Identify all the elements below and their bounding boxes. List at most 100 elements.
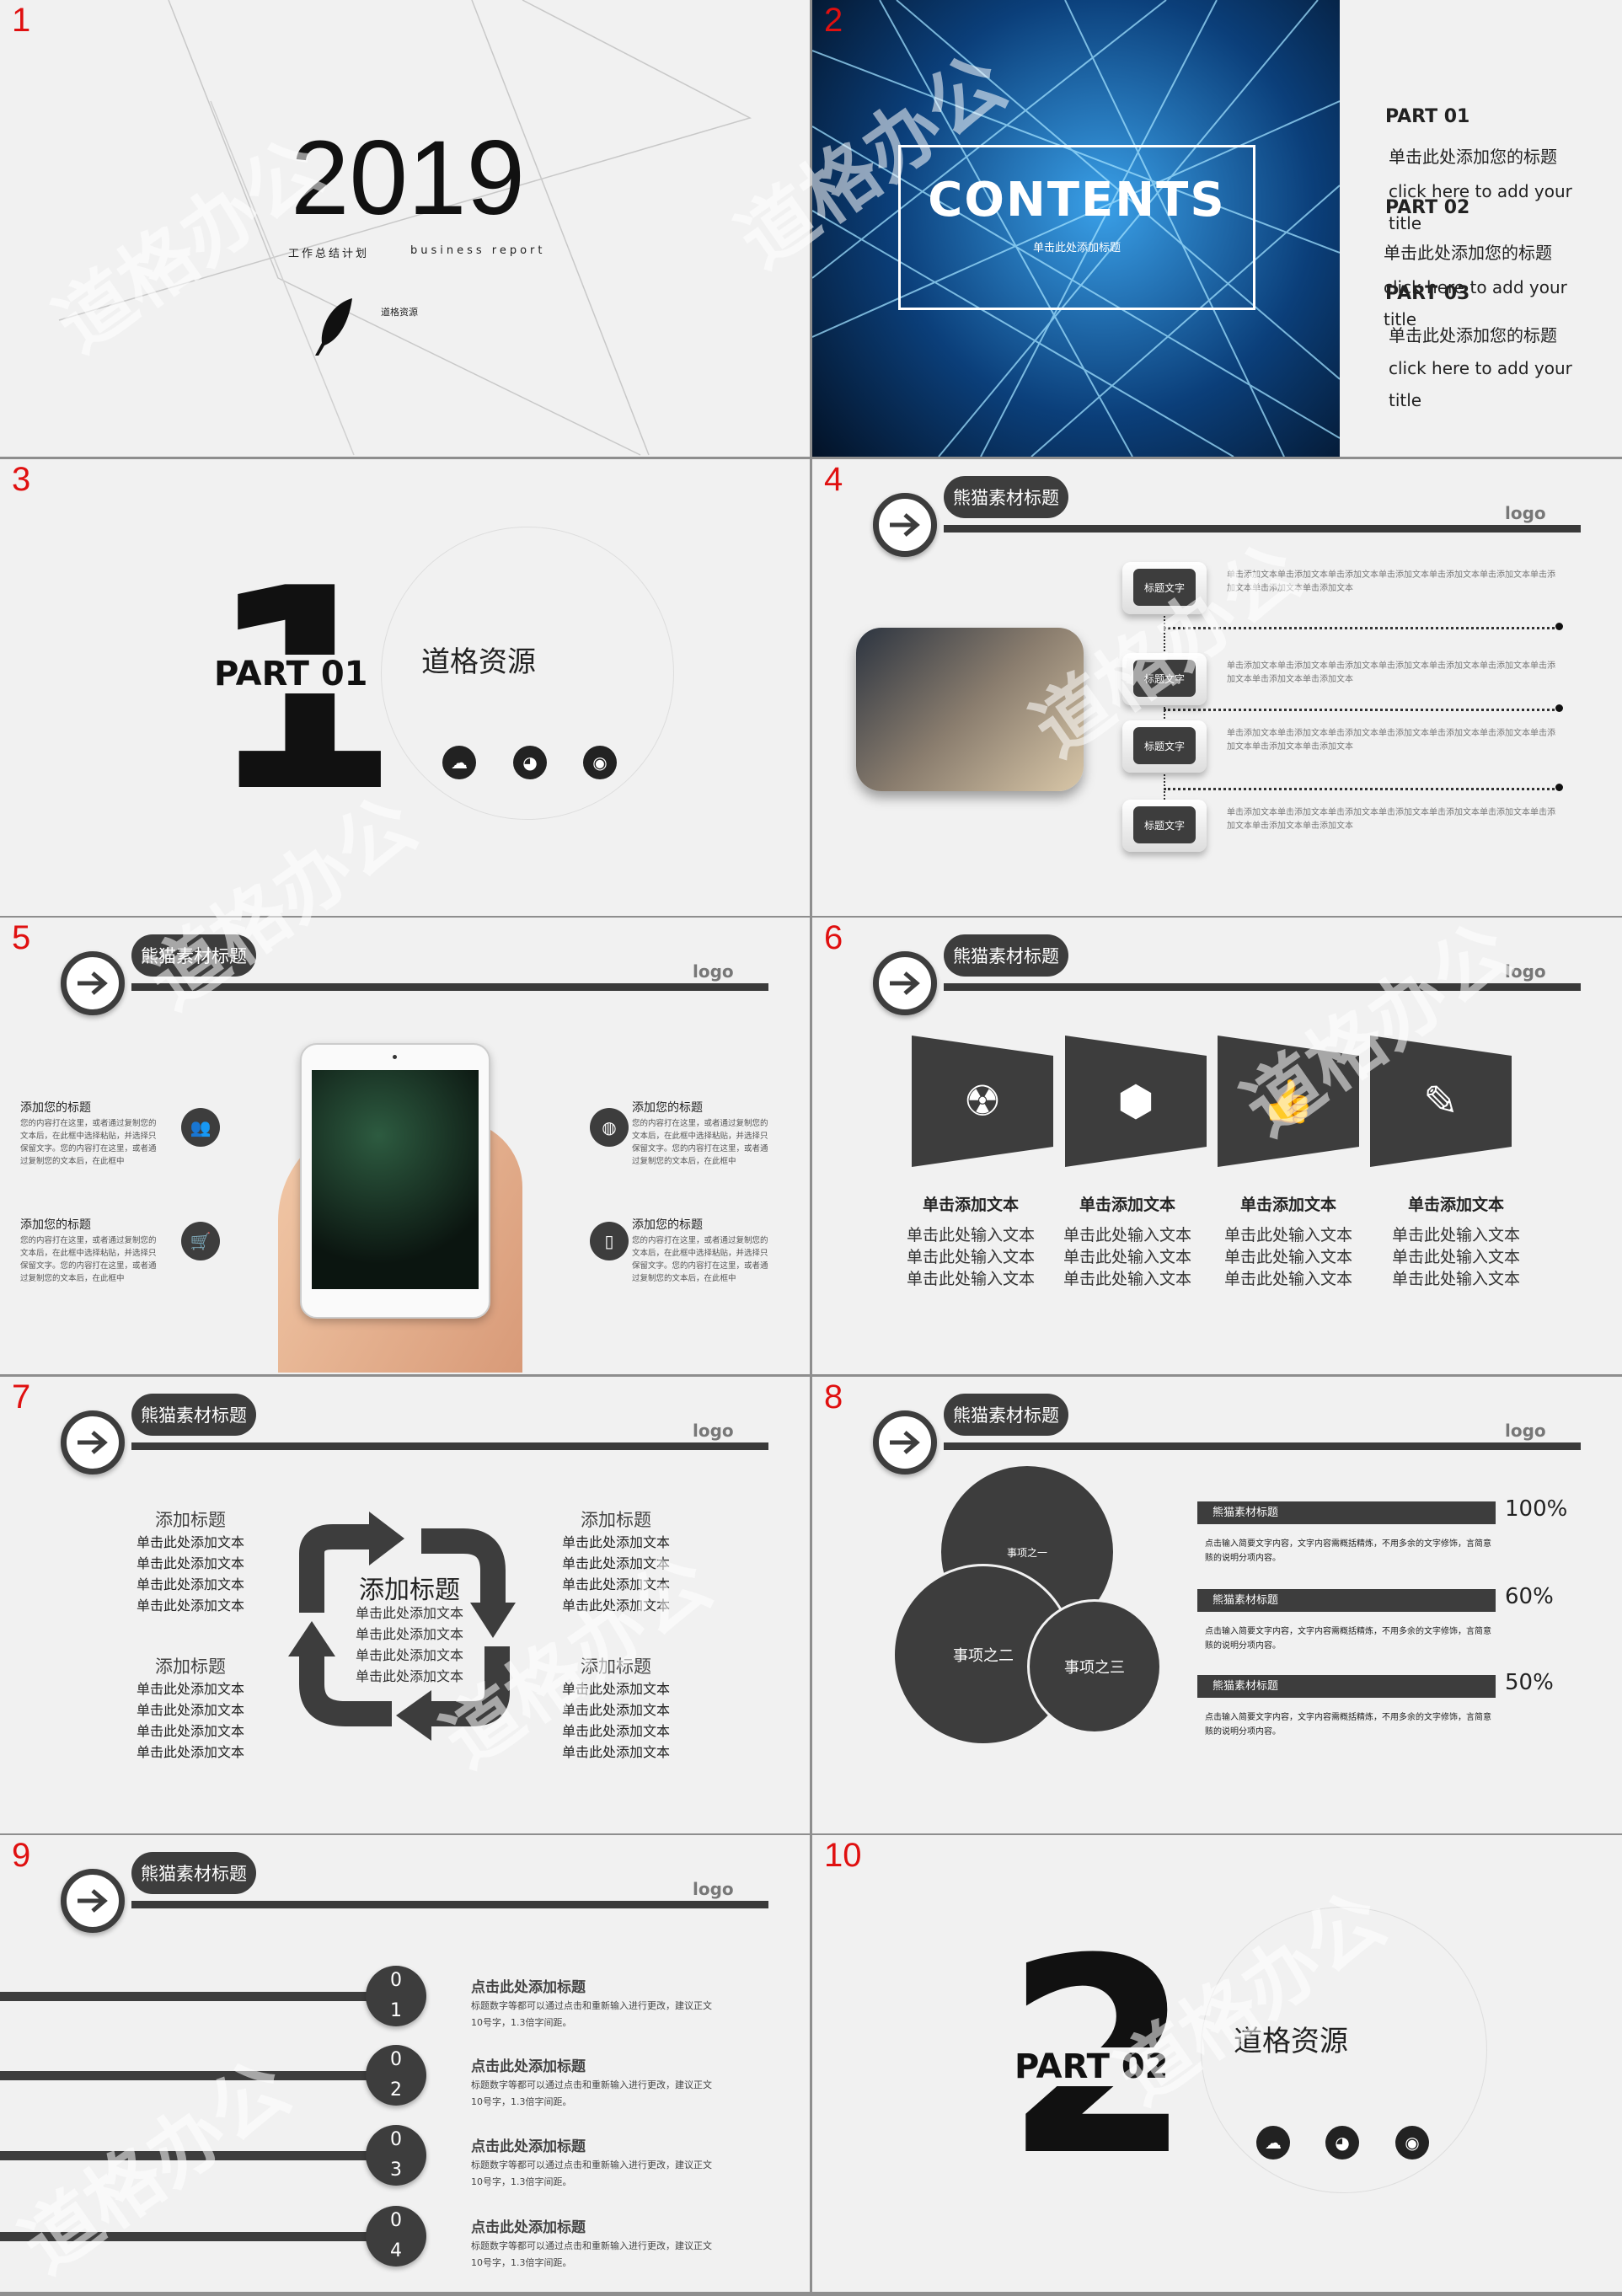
feature-text[interactable]: 您的内容打在这里，或者通过复制您的文本后，在此框中选择粘贴，并选择只保留文字。您… [632, 1234, 771, 1285]
header-title: 熊猫素材标题 [131, 934, 256, 977]
brand-name: 道格资源 [421, 645, 536, 679]
column-text[interactable]: 单击此处输入文本 单击此处输入文本 单击此处输入文本 [1052, 1224, 1203, 1290]
slide-2[interactable]: 2 CONTENTS 单击此处添加标题 PART 01 单击此处添加您的标题 c… [812, 0, 1622, 457]
part-03-en[interactable]: click here to add your title [1389, 352, 1591, 416]
cloud-icon[interactable]: ☁ [442, 746, 476, 779]
header-rule [131, 1442, 768, 1450]
text-line[interactable]: 单击此处添加文本 [126, 1595, 254, 1616]
text-line[interactable]: 单击此处添加文本 [126, 1574, 254, 1595]
arrow-right-icon[interactable] [873, 951, 937, 1015]
text-line[interactable]: 单击此处添加文本 [126, 1721, 254, 1742]
item-text[interactable]: 单击添加文本单击添加文本单击添加文本单击添加文本单击添加文本单击添加文本单击添加… [1227, 569, 1555, 596]
column-text[interactable]: 单击此处输入文本 单击此处输入文本 单击此处输入文本 [895, 1224, 1047, 1290]
column-text[interactable]: 单击此处输入文本 单击此处输入文本 单击此处输入文本 [1380, 1224, 1532, 1290]
column-text[interactable]: 单击此处输入文本 单击此处输入文本 单击此处输入文本 [1212, 1224, 1364, 1290]
contents-frame [898, 145, 1255, 310]
step-badge: 03 [366, 2125, 426, 2186]
bar-text[interactable]: 点击输入简要文字内容，文字内容需概括精炼，不用多余的文字修饰，言简意赅的说明分项… [1205, 1624, 1491, 1653]
part-02-label: PART 02 [1385, 197, 1470, 218]
text-block: 添加标题 单击此处添加文本 单击此处添加文本 单击此处添加文本 单击此处添加文本 [552, 1507, 680, 1616]
text-line: 单击此处输入文本 [906, 1248, 1035, 1266]
part-01-cn[interactable]: 单击此处添加您的标题 [1389, 143, 1557, 168]
bar-title: 熊猫素材标题 [1212, 1594, 1279, 1607]
text-line[interactable]: 单击此处添加文本 [552, 1678, 680, 1699]
feature-block: 添加您的标题 您的内容打在这里，或者通过复制您的文本后，在此框中选择粘贴，并选择只… [20, 1216, 159, 1285]
logo: logo [1505, 961, 1546, 982]
text-line[interactable]: 单击此处添加文本 [552, 1742, 680, 1763]
text-line[interactable]: 单击此处添加文本 [552, 1595, 680, 1616]
header-title: 熊猫素材标题 [944, 1394, 1068, 1436]
step-text[interactable]: 标题数字等都可以通过点击和重新输入进行更改，建议正文10号字，1.3倍字间距。 [471, 2238, 715, 2272]
text-line: 单击此处输入文本 [1063, 1226, 1191, 1244]
bar-text[interactable]: 点击输入简要文字内容，文字内容需概括精炼，不用多余的文字修饰，言简意赅的说明分项… [1205, 1537, 1491, 1565]
text-line[interactable]: 单击此处添加文本 [126, 1553, 254, 1574]
part-02-cn[interactable]: 单击此处添加您的标题 [1384, 239, 1552, 264]
tablet-camera [393, 1055, 397, 1059]
progress-bar: 熊猫素材标题 [1197, 1675, 1496, 1698]
arrow-right-icon[interactable] [61, 951, 125, 1015]
item-text[interactable]: 单击添加文本单击添加文本单击添加文本单击添加文本单击添加文本单击添加文本单击添加… [1227, 806, 1555, 833]
wechat-icon[interactable]: ◕ [513, 746, 547, 779]
wechat-icon[interactable]: ◕ [1325, 2126, 1359, 2160]
text-block: 添加标题 单击此处添加文本 单击此处添加文本 单击此处添加文本 单击此处添加文本 [126, 1507, 254, 1616]
header-title: 熊猫素材标题 [131, 1852, 256, 1894]
slide-7[interactable]: 7 熊猫素材标题 logo 添加标题 单击此处添加文本 单击此处添加文本 单击此… [0, 1377, 810, 1833]
text-line: 单击此处添加文本 [355, 1668, 463, 1684]
slide-5[interactable]: 5 熊猫素材标题 logo 添加您的标题 您的内容打在这里，或者通过复制您的文本后… [0, 918, 810, 1374]
feature-text[interactable]: 您的内容打在这里，或者通过复制您的文本后，在此框中选择粘贴，并选择只保留文字。您… [20, 1117, 159, 1168]
step-text[interactable]: 标题数字等都可以通过点击和重新输入进行更改，建议正文10号字，1.3倍字间距。 [471, 2077, 715, 2111]
slide-4[interactable]: 4 熊猫素材标题 logo 标题文字 单击添加文本单击添加文本单击添加文本单击添… [812, 459, 1622, 916]
timeline-bar [0, 1992, 396, 2001]
step-text[interactable]: 标题数字等都可以通过点击和重新输入进行更改，建议正文10号字，1.3倍字间距。 [471, 2157, 715, 2191]
dotted-rule [1164, 709, 1560, 711]
percent-label: 100% [1505, 1496, 1568, 1522]
weibo-icon[interactable]: ◉ [583, 746, 617, 779]
text-line[interactable]: 单击此处添加文本 [126, 1742, 254, 1763]
circle-label: 事项之二 [953, 1647, 1014, 1665]
arrow-right-icon[interactable] [873, 1410, 937, 1474]
column-title: 单击添加文本 [922, 1196, 1019, 1214]
text-line[interactable]: 单击此处添加文本 [552, 1532, 680, 1553]
slide-6[interactable]: 6 熊猫素材标题 logo ☢ 单击添加文本 单击此处输入文本 单击此处输入文本单… [812, 918, 1622, 1374]
slide-3[interactable]: 3 1 PART 01 道格资源 ☁ ◕ ◉ [0, 459, 810, 916]
text-line[interactable]: 单击此处添加文本 [552, 1699, 680, 1721]
weibo-icon[interactable]: ◉ [1395, 2126, 1429, 2160]
item-text[interactable]: 单击添加文本单击添加文本单击添加文本单击添加文本单击添加文本单击添加文本单击添加… [1227, 727, 1555, 754]
panel-shape: ☢ [912, 1036, 1053, 1167]
arrow-right-icon[interactable] [61, 1869, 125, 1933]
percent-label: 50% [1505, 1670, 1554, 1695]
arrow-right-icon[interactable] [61, 1410, 125, 1474]
slide-8[interactable]: 8 熊猫素材标题 logo 事项之一 事项之二 事项之三 熊猫素材标题 100%… [812, 1377, 1622, 1833]
timeline-bar [0, 2071, 396, 2080]
text-line[interactable]: 单击此处添加文本 [552, 1574, 680, 1595]
cloud-icon[interactable]: ☁ [1256, 2126, 1290, 2160]
text-line: 单击此处输入文本 [1223, 1270, 1352, 1288]
bar-text[interactable]: 点击输入简要文字内容，文字内容需概括精炼，不用多余的文字修饰，言简意赅的说明分项… [1205, 1710, 1491, 1739]
text-line[interactable]: 单击此处添加文本 [552, 1553, 680, 1574]
arrow-right-icon[interactable] [873, 493, 937, 557]
slide-number: 2 [824, 2, 843, 39]
text-line[interactable]: 单击此处添加文本 [126, 1532, 254, 1553]
slide-9[interactable]: 9 熊猫素材标题 logo 01 点击此处添加标题 标题数字等都可以通过点击和重… [0, 1835, 810, 2292]
progress-bar: 熊猫素材标题 [1197, 1589, 1496, 1612]
slide-number: 1 [12, 2, 31, 39]
text-line[interactable]: 单击此处添加文本 [126, 1678, 254, 1699]
part-label: PART 02 [1011, 2047, 1172, 2086]
phone-icon: ▯ [590, 1222, 629, 1260]
item-text[interactable]: 单击添加文本单击添加文本单击添加文本单击添加文本单击添加文本单击添加文本单击添加… [1227, 660, 1555, 687]
brand-name: 道格资源 [1234, 2025, 1348, 2058]
text-line[interactable]: 单击此处添加文本 [552, 1721, 680, 1742]
step-badge: 02 [366, 2045, 426, 2106]
part-03-cn[interactable]: 单击此处添加您的标题 [1389, 322, 1557, 346]
step-digit: 0 [390, 2129, 402, 2150]
feather-icon [315, 298, 352, 356]
slide-10[interactable]: 10 2 PART 02 道格资源 ☁ ◕ ◉ [812, 1835, 1622, 2292]
slide-number: 4 [824, 461, 843, 498]
circle-label: 事项之一 [1006, 1546, 1047, 1559]
text-line[interactable]: 单击此处添加文本 [126, 1699, 254, 1721]
feature-text[interactable]: 您的内容打在这里，或者通过复制您的文本后，在此框中选择粘贴，并选择只保留文字。您… [20, 1234, 159, 1285]
step-text[interactable]: 标题数字等都可以通过点击和重新输入进行更改，建议正文10号字，1.3倍字间距。 [471, 1998, 715, 2031]
feature-text[interactable]: 您的内容打在这里，或者通过复制您的文本后，在此框中选择粘贴，并选择只保留文字。您… [632, 1117, 771, 1168]
bar-title: 熊猫素材标题 [1212, 1507, 1279, 1519]
slide-1[interactable]: 1 2019 工作总结计划 business report 道格资源 [0, 0, 810, 457]
